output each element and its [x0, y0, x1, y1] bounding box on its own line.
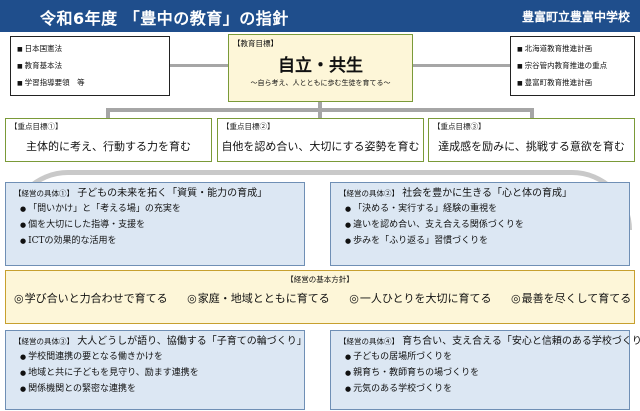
- management-bullet: 親育ち・教師育ちの場づくりを: [339, 365, 621, 381]
- management-bullet: 地域と共に子どもを見守り、励ます連携を: [14, 365, 296, 381]
- connector-drop-1: [106, 108, 110, 118]
- basic-policy-box: 【経営の基本方針】 学び合いと力合わせで育てる 家庭・地域とともに育てる 一人ひ…: [5, 270, 635, 324]
- management-tag: 【経営の具体②】: [339, 189, 399, 198]
- education-goal-box: 【教育目標】 自立・共生 ～自ら考え、人とともに歩む生徒を育てる～: [228, 34, 413, 102]
- management-box-3: 【経営の具体③】 大人どうしが語り、協働する「子育ての輪づくり」 学校間連携の要…: [5, 330, 307, 410]
- education-goal-sub: ～自ら考え、人とともに歩む生徒を育てる～: [250, 79, 391, 87]
- focus-goal-text: 主体的に考え、行動する力を育む: [26, 140, 191, 153]
- legal-basis-box: 日本国憲法 教育基本法 学習指導要領 等: [10, 36, 170, 96]
- regional-plan-item: 北海道教育推進計画: [517, 41, 628, 58]
- focus-goal-1: 【重点目標①】 主体的に考え、行動する力を育む: [5, 118, 212, 162]
- management-bullet: 「決める・実行する」経験の重視を: [339, 201, 621, 217]
- basic-policy-item: 家庭・地域とともに育てる: [187, 292, 330, 305]
- focus-goal-label: 【重点目標②】: [222, 122, 275, 131]
- management-bullet: 学校間連携の要となる働きかけを: [14, 349, 296, 365]
- focus-goal-label: 【重点目標①】: [10, 122, 63, 131]
- legal-basis-item: 日本国憲法: [17, 41, 163, 58]
- management-tag: 【経営の具体③】: [14, 337, 74, 346]
- regional-plan-box: 北海道教育推進計画 宗谷管内教育推進の重点 豊富町教育推進計画: [510, 36, 635, 96]
- page-header: 令和6年度 「豊中の教育」の指針 豊富町立豊富中学校: [0, 0, 640, 32]
- basic-policy-item: 学び合いと力合わせで育てる: [14, 292, 168, 305]
- management-title: 大人どうしが語り、協働する「子育ての輪づくり」: [77, 336, 307, 347]
- connector-drop-2: [318, 108, 322, 118]
- management-bullet: ICTの効果的な活用を: [14, 233, 296, 249]
- management-bullet: 関係機関との緊密な連携を: [14, 381, 296, 397]
- page-title: 令和6年度 「豊中の教育」の指針: [40, 9, 289, 28]
- education-goal-label: 【教育目標】: [233, 39, 278, 48]
- legal-basis-item: 学習指導要領 等: [17, 75, 163, 92]
- legal-basis-item: 教育基本法: [17, 58, 163, 75]
- management-bullet: 違いを認め合い、支え合える関係づくりを: [339, 217, 621, 233]
- focus-goal-2: 【重点目標②】 自他を認め合い、大切にする姿勢を育む: [217, 118, 424, 162]
- management-title: 社会を豊かに生きる「心と体の育成」: [402, 188, 572, 199]
- management-tag: 【経営の具体④】: [339, 337, 399, 346]
- management-heading: 【経営の具体①】 子どもの未来を拓く「資質・能力の育成」: [14, 187, 296, 201]
- basic-policy-item: 最善を尽くして育てる: [511, 292, 631, 305]
- management-bullet: 「問いかけ」と「考える場」の充実を: [14, 201, 296, 217]
- regional-plan-item: 豊富町教育推進計画: [517, 75, 628, 92]
- management-tag: 【経営の具体①】: [14, 189, 74, 198]
- management-heading: 【経営の具体④】 育ち合い、支え合える「安心と信頼のある学校づくり」: [339, 335, 640, 349]
- connector-drop-3: [530, 108, 534, 118]
- focus-goal-text: 達成感を励みに、挑戦する意欲を育む: [438, 140, 625, 153]
- focus-goal-text: 自他を認め合い、大切にする姿勢を育む: [221, 140, 420, 153]
- school-name: 豊富町立豊富中学校: [521, 10, 630, 24]
- basic-policy-label: 【経営の基本方針】: [286, 275, 354, 284]
- education-goal-main: 自立・共生: [278, 56, 363, 76]
- connector-left: [170, 64, 228, 67]
- regional-plan-item: 宗谷管内教育推進の重点: [517, 58, 628, 75]
- focus-goal-label: 【重点目標③】: [433, 122, 486, 131]
- basic-policy-item: 一人ひとりを大切に育てる: [349, 292, 491, 305]
- management-heading: 【経営の具体③】 大人どうしが語り、協働する「子育ての輪づくり」: [14, 335, 307, 349]
- management-box-4: 【経営の具体④】 育ち合い、支え合える「安心と信頼のある学校づくり」 子どもの居…: [330, 330, 640, 410]
- connector-right: [413, 64, 510, 67]
- management-bullet: 歩みを「ふり返る」習慣づくりを: [339, 233, 621, 249]
- management-title: 子どもの未来を拓く「資質・能力の育成」: [77, 188, 268, 199]
- management-bullet: 元気のある学校づくりを: [339, 381, 621, 397]
- focus-goal-3: 【重点目標③】 達成感を励みに、挑戦する意欲を育む: [428, 118, 635, 162]
- management-title: 育ち合い、支え合える「安心と信頼のある学校づくり」: [402, 336, 640, 347]
- management-bullet: 子どもの居場所づくりを: [339, 349, 621, 365]
- management-heading: 【経営の具体②】 社会を豊かに生きる「心と体の育成」: [339, 187, 621, 201]
- basic-policy-items: 学び合いと力合わせで育てる 家庭・地域とともに育てる 一人ひとりを大切に育てる …: [6, 290, 634, 306]
- management-bullet: 個を大切にした指導・支援を: [14, 217, 296, 233]
- management-box-2: 【経営の具体②】 社会を豊かに生きる「心と体の育成」 「決める・実行する」経験の…: [330, 182, 630, 266]
- management-box-1: 【経営の具体①】 子どもの未来を拓く「資質・能力の育成」 「問いかけ」と「考える…: [5, 182, 305, 266]
